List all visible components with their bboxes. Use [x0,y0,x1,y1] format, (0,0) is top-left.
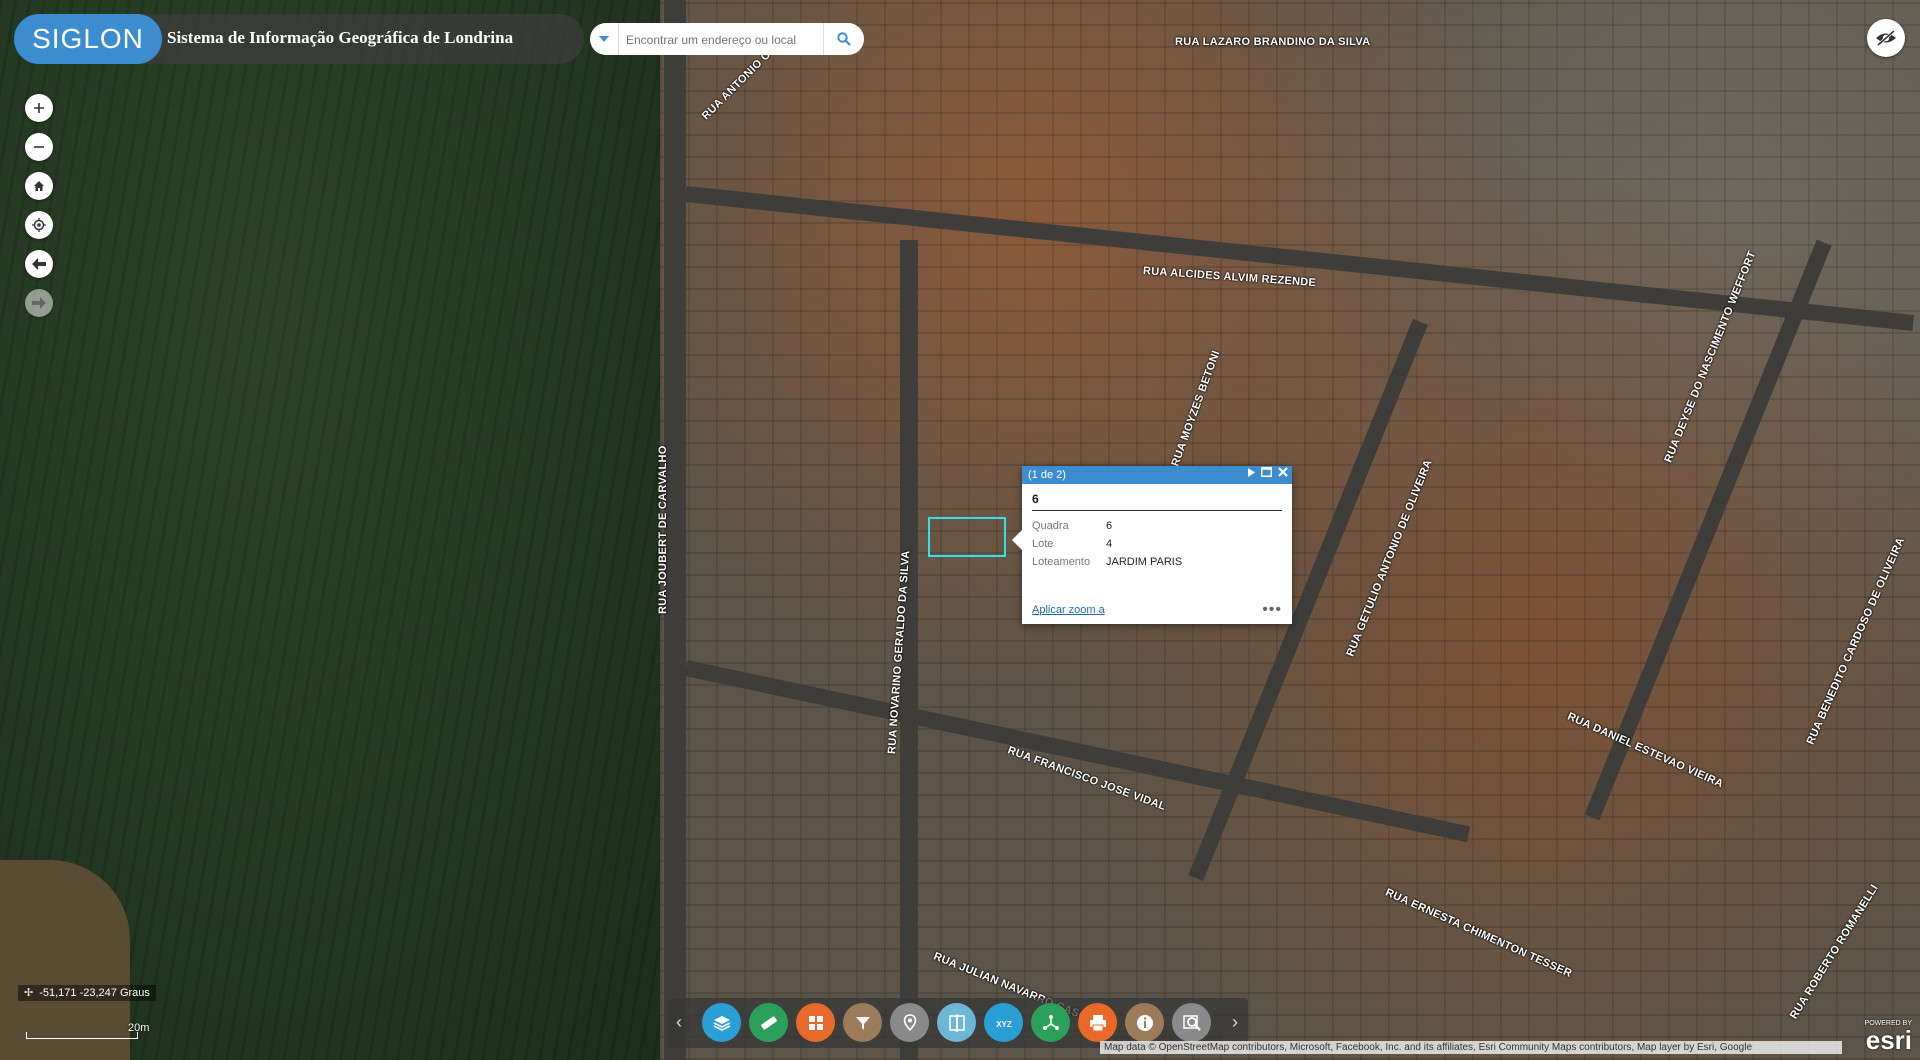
zoom-in-button[interactable] [25,94,53,122]
attribute-key: Quadra [1032,520,1069,532]
next-feature-icon[interactable] [1247,467,1255,477]
layers-tool[interactable] [702,1003,741,1042]
dirt-area [0,860,130,1060]
search-button[interactable] [823,23,864,55]
info-tool[interactable] [1125,1003,1164,1042]
attribute-key: Lote [1032,538,1054,550]
scale-label: 20m [128,1022,150,1034]
swipe-icon [948,1013,965,1032]
arrow-left-icon [32,258,46,270]
map-view[interactable]: RUA LAZARO BRANDINO DA SILVA RUA ANTONIO… [0,0,1920,1060]
feature-popup: (1 de 2) 6 Quadra 6 Lote 4 Loteamento JA… [1012,466,1292,624]
attribute-value: 4 [1106,538,1113,550]
eye-off-icon [1876,29,1896,47]
search-input[interactable] [624,23,818,55]
esri-brand-text: esri [1865,1025,1912,1055]
home-button[interactable] [25,172,53,200]
divider [1032,510,1282,511]
toggle-visibility-button[interactable] [1867,19,1905,57]
grid-icon [808,1015,823,1030]
svg-text:XYZ: XYZ [996,1020,1012,1029]
filter-icon [855,1016,870,1030]
caret-down-icon [599,36,609,42]
attribute-value: JARDIM PARIS [1106,556,1183,568]
locate-button[interactable] [25,211,53,239]
coordinates-text: -51,171 -23,247 Graus [39,987,150,999]
popup-footer: Aplicar zoom a ••• [1032,602,1282,618]
search-widget [590,23,864,55]
measure-tool[interactable] [749,1003,788,1042]
tools-row: XYZ [702,1003,1211,1042]
search-icon [837,32,851,46]
attribute-key: Loteamento [1032,556,1091,568]
crosshair-icon: ✢ [24,987,34,999]
logo-text: SIGLON [32,23,144,54]
map-attribution: Map data © OpenStreetMap contributors, M… [1100,1041,1842,1054]
street-label: RUA JOUBERT DE CARVALHO [657,445,669,614]
attribute-table: Quadra 6 Lote 4 Loteamento JARDIM PARIS [1032,517,1182,571]
filter-tool[interactable] [843,1003,882,1042]
query-tool[interactable] [1172,1003,1211,1042]
zoom-out-button[interactable] [25,133,53,161]
siglon-logo[interactable]: SIGLON [14,14,162,64]
table-row: Loteamento JARDIM PARIS [1032,553,1182,571]
attribute-value: 6 [1106,520,1113,532]
close-icon[interactable] [1278,467,1288,477]
swipe-tool[interactable] [937,1003,976,1042]
app-title: Sistema de Informação Geográfica de Lond… [167,28,514,47]
popup-counter: (1 de 2) [1028,469,1066,481]
arrow-right-icon [32,297,46,309]
home-icon [34,181,44,191]
ruler-icon [760,1015,777,1030]
query-icon [1182,1014,1201,1031]
map-navigation [25,94,53,328]
print-tool[interactable] [1078,1003,1117,1042]
previous-extent-button[interactable] [25,250,53,278]
printer-icon [1089,1014,1106,1031]
esri-logo: POWERED BY esri [1865,1020,1912,1055]
table-row: Lote 4 [1032,535,1182,553]
chevron-right-icon[interactable]: › [1232,1012,1238,1033]
coordinate-readout[interactable]: ✢ -51,171 -23,247 Graus [18,985,156,1001]
pin-icon [903,1013,916,1031]
layers-icon [713,1015,730,1031]
basemap-tool[interactable] [796,1003,835,1042]
street-label: RUA LAZARO BRANDINO DA SILVA [1175,36,1371,48]
search-source-dropdown[interactable] [590,23,619,55]
scale-bar [26,1032,138,1039]
location-tool[interactable] [890,1003,929,1042]
xyz-tool[interactable]: XYZ [984,1003,1023,1042]
share-tool[interactable] [1031,1003,1070,1042]
popup-title: 6 [1032,492,1039,506]
share-icon [1042,1014,1059,1030]
plus-icon [34,103,44,113]
crosshair-icon [32,218,46,232]
next-extent-button[interactable] [25,289,53,317]
minus-icon [34,146,44,148]
chevron-left-icon[interactable]: ‹ [676,1012,682,1033]
zoom-to-link[interactable]: Aplicar zoom a [1032,604,1105,616]
selected-parcel[interactable] [928,517,1006,557]
app-header: SIGLON Sistema de Informação Geográfica … [14,14,584,64]
xyz-icon: XYZ [996,1020,1012,1029]
info-icon [1136,1014,1153,1031]
table-row: Quadra 6 [1032,517,1182,535]
maximize-icon[interactable] [1261,467,1272,477]
popup-header: (1 de 2) [1022,466,1292,484]
more-options-button[interactable]: ••• [1262,602,1282,618]
